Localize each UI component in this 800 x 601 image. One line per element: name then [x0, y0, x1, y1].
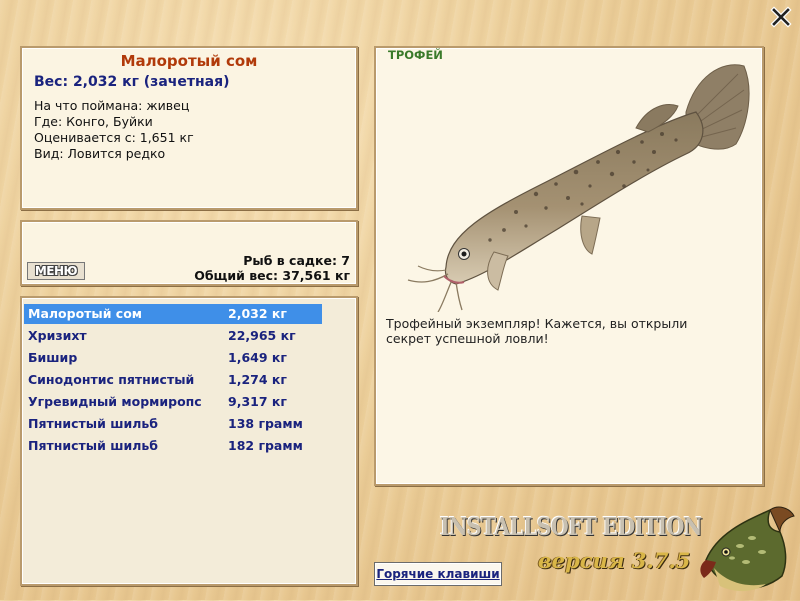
- brand-label: INSTALLSOFT EDITION: [440, 512, 702, 541]
- location-line: Где: Конго, Буйки: [34, 114, 153, 129]
- list-item-weight: 2,032 кг: [228, 306, 287, 321]
- catch-list: Малоротый сом 2,032 кг Хризихт 22,965 кг…: [20, 296, 358, 586]
- hotkeys-button[interactable]: Горячие клавиши: [374, 562, 502, 586]
- list-item[interactable]: Пятнистый шильб 138 грамм: [24, 414, 322, 434]
- list-item-weight: 1,274 кг: [228, 372, 287, 387]
- total-weight: Общий вес: 37,561 кг: [194, 268, 350, 283]
- fish-count: Рыб в садке: 7: [243, 253, 350, 268]
- bait-line: На что поймана: живец: [34, 98, 190, 113]
- fish-info-panel: Малоротый сом Вес: 2,032 кг (зачетная) Н…: [20, 46, 358, 210]
- rarity-line: Вид: Ловится редко: [34, 146, 166, 161]
- scored-from-line: Оценивается с: 1,651 кг: [34, 130, 194, 145]
- list-item-name: Малоротый сом: [28, 306, 143, 321]
- trophy-panel: ТРОФЕЙ Трофейный экземпляр! Кажется, вы …: [374, 46, 764, 486]
- pike-logo: [696, 502, 796, 601]
- menu-button[interactable]: МЕНЮ: [27, 262, 85, 280]
- catfish-image: [386, 62, 756, 315]
- list-item-weight: 182 грамм: [228, 438, 303, 453]
- list-item-weight: 22,965 кг: [228, 328, 296, 343]
- list-item[interactable]: Угревидный мормиропс 9,317 кг: [24, 392, 322, 412]
- list-item-name: Хризихт: [28, 328, 87, 343]
- fish-name: Малоротый сом: [120, 52, 258, 70]
- version-label: версия 3.7.5: [538, 548, 691, 573]
- list-item[interactable]: Бишир 1,649 кг: [24, 348, 322, 368]
- list-item-name: Пятнистый шильб: [28, 416, 159, 431]
- list-item-name: Синодонтис пятнистый: [28, 372, 195, 387]
- list-item-name: Пятнистый шильб: [28, 438, 159, 453]
- trophy-badge: ТРОФЕЙ: [388, 48, 443, 62]
- list-item[interactable]: Малоротый сом 2,032 кг: [24, 304, 322, 324]
- list-item[interactable]: Хризихт 22,965 кг: [24, 326, 322, 346]
- list-item-weight: 138 грамм: [228, 416, 303, 431]
- cage-summary-panel: МЕНЮ Рыб в садке: 7 Общий вес: 37,561 кг: [20, 220, 358, 286]
- list-item-name: Бишир: [28, 350, 78, 365]
- fish-weight: Вес: 2,032 кг (зачетная): [34, 74, 230, 90]
- list-item[interactable]: Синодонтис пятнистый 1,274 кг: [24, 370, 322, 390]
- list-item-weight: 1,649 кг: [228, 350, 287, 365]
- list-item-name: Угревидный мормиропс: [28, 394, 202, 409]
- list-item[interactable]: Пятнистый шильб 182 грамм: [24, 436, 322, 456]
- trophy-description: Трофейный экземпляр! Кажется, вы открыли…: [386, 316, 688, 346]
- close-icon[interactable]: [770, 6, 792, 28]
- list-item-weight: 9,317 кг: [228, 394, 287, 409]
